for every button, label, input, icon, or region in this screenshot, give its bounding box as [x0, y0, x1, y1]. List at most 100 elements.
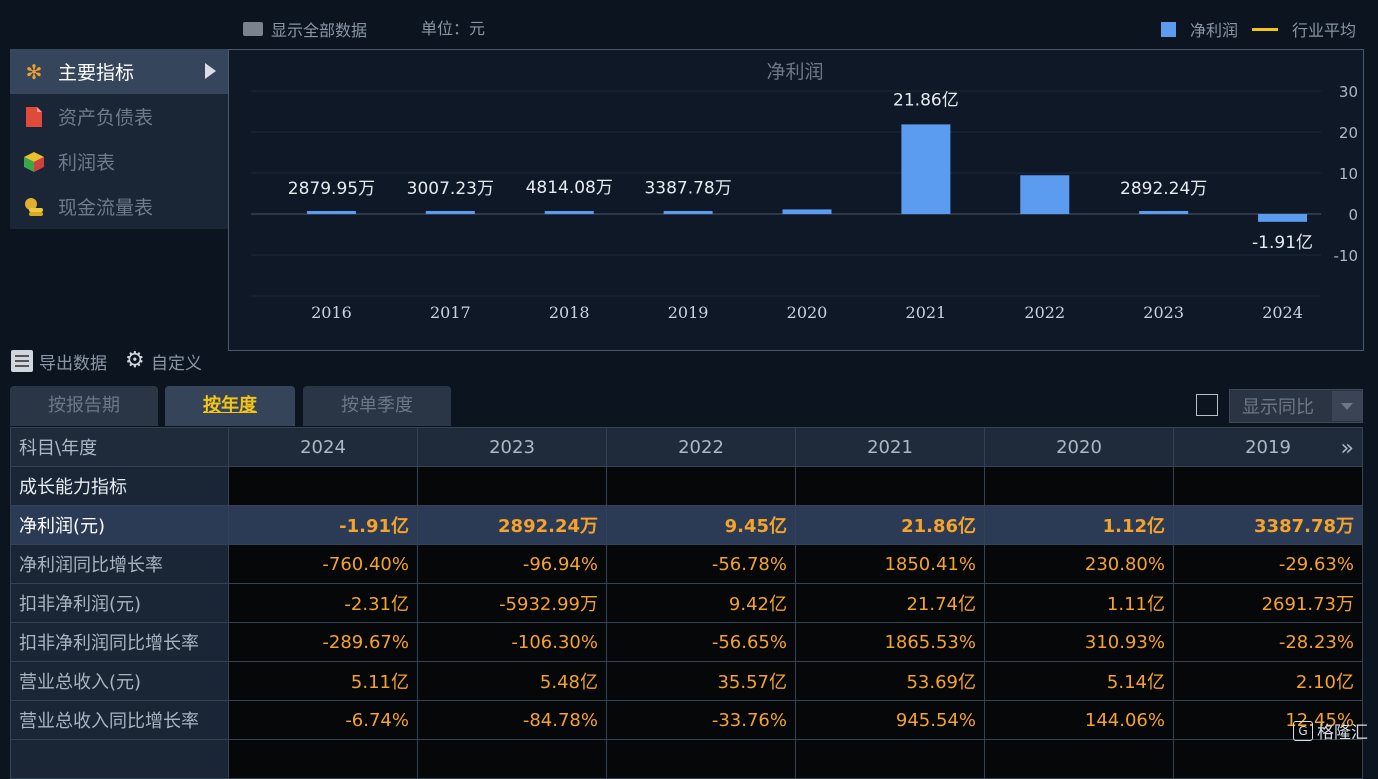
bar-2016[interactable] [306, 211, 356, 214]
column-header[interactable]: 2023 [417, 427, 607, 467]
sidebar-item-main-indicators[interactable]: ✻ 主要指标 [10, 49, 228, 94]
tab-by-report-period[interactable]: 按报告期 [10, 386, 158, 426]
y-tick-label: 20 [1339, 124, 1358, 142]
legend-series-label: 净利润 [1189, 21, 1238, 40]
bar-2021[interactable] [901, 124, 951, 214]
column-header[interactable]: 2020 [984, 427, 1174, 467]
table-corner-header: 科目\年度 [10, 427, 229, 467]
table-cell: -1.91亿 [228, 505, 418, 545]
x-tick-label: 2023 [1143, 303, 1184, 322]
series-swatch-icon [1160, 21, 1176, 37]
table-cell: 144.06% [984, 700, 1174, 740]
table-cell [1173, 739, 1363, 779]
bar-2019[interactable] [663, 211, 713, 214]
sidebar-item-balance-sheet[interactable]: 资产负债表 [10, 94, 228, 139]
unit-label: 单位：元 [421, 19, 486, 38]
table-cell: 5.48亿 [417, 661, 607, 701]
column-header-label: 2019 [1245, 436, 1291, 458]
chevron-down-icon[interactable] [1332, 391, 1362, 421]
sidebar-item-label: 主要指标 [58, 62, 135, 84]
actions-row: 导出数据 ⚙ 自定义 [11, 348, 202, 374]
table-row[interactable]: 净利润(元) -1.91亿 2892.24万 9.45亿 21.86亿 1.12亿 3387… [10, 505, 1363, 545]
x-tick-label: 2016 [311, 303, 352, 322]
bar-2018[interactable] [544, 211, 594, 214]
tab-by-quarter[interactable]: 按单季度 [303, 386, 451, 426]
data-label: 21.86亿 [893, 90, 959, 110]
export-data-button[interactable]: 导出数据 [39, 349, 107, 374]
table-cell [1173, 466, 1363, 506]
double-chevron-right-icon[interactable]: » [1341, 436, 1354, 461]
column-header[interactable]: 2021 [795, 427, 985, 467]
table-cell [228, 739, 418, 779]
row-label [10, 739, 229, 779]
table-row[interactable]: 净利润同比增长率 -760.40% -96.94% -56.78% 1850.41% 23… [10, 544, 1363, 584]
gear-icon[interactable]: ⚙ [125, 350, 147, 372]
sidebar-item-label: 资产负债表 [58, 107, 154, 129]
table-row[interactable]: 扣非净利润同比增长率 -289.67% -106.30% -56.65% 1865.53… [10, 622, 1363, 662]
table-row[interactable]: 扣非净利润(元) -2.31亿 -5932.99万 9.42亿 21.74亿 1.11亿 2… [10, 583, 1363, 623]
customize-button[interactable]: 自定义 [151, 349, 202, 374]
sidebar-item-cash-flow[interactable]: 现金流量表 [10, 184, 228, 229]
table-row[interactable]: 营业总收入(元) 5.11亿 5.48亿 35.57亿 53.69亿 5.14亿 2.10亿 [10, 661, 1363, 701]
tab-by-year[interactable]: 按年度 [165, 386, 295, 426]
table-cell: 9.42亿 [606, 583, 796, 623]
document-icon [22, 105, 46, 129]
bar-2024[interactable] [1258, 214, 1308, 222]
table-section-row[interactable]: 成长能力指标 [10, 466, 1363, 506]
table-cell: -2.31亿 [228, 583, 418, 623]
bar-2023[interactable] [1139, 211, 1189, 214]
yoy-select[interactable]: 显示同比 [1229, 389, 1363, 423]
table-cell: 35.57亿 [606, 661, 796, 701]
table-cell [228, 466, 418, 506]
export-icon[interactable] [11, 350, 33, 372]
table-header-row: 科目\年度 2024 2023 2022 2021 2020 2019 » [10, 427, 1363, 467]
table-cell: -84.78% [417, 700, 607, 740]
data-label: 2892.24万 [1120, 179, 1207, 199]
bar-2022[interactable] [1020, 175, 1070, 214]
table-cell [606, 466, 796, 506]
legend-average-label: 行业平均 [1291, 21, 1356, 40]
bar-2017[interactable] [425, 211, 475, 214]
show-all-data-toggle[interactable]: 显示全部数据 [243, 17, 367, 41]
table-cell: 21.74亿 [795, 583, 985, 623]
table-row[interactable]: 营业总收入同比增长率 -6.74% -84.78% -33.76% 945.54% 144… [10, 700, 1363, 740]
column-header[interactable]: 2024 [228, 427, 418, 467]
row-label: 营业总收入同比增长率 [10, 700, 229, 740]
y-tick-label: 30 [1339, 83, 1358, 101]
column-header[interactable]: 2022 [606, 427, 796, 467]
watermark-logo-icon: G [1293, 720, 1313, 741]
x-tick-label: 2021 [906, 303, 947, 322]
chart-canvas: 净利润 30 20 10 0 -10 2016 2879.95万 2017 3007.23万 2… [251, 61, 1358, 322]
table-cell [795, 466, 985, 506]
row-label: 扣非净利润同比增长率 [10, 622, 229, 662]
watermark-text: 格隆汇 [1317, 723, 1368, 743]
table-cell [984, 739, 1174, 779]
table-cell: 945.54% [795, 700, 985, 740]
table-cell: -760.40% [228, 544, 418, 584]
sidebar-item-income-statement[interactable]: 利润表 [10, 139, 228, 184]
column-header-last[interactable]: 2019 » [1173, 427, 1363, 467]
table-cell: 1865.53% [795, 622, 985, 662]
data-label: 3387.78万 [644, 179, 731, 199]
table-cell: 2691.73万 [1173, 583, 1363, 623]
table-cell: 5.14亿 [984, 661, 1174, 701]
table-cell: 1.12亿 [984, 505, 1174, 545]
table-row[interactable] [10, 739, 1363, 779]
table-cell: -5932.99万 [417, 583, 607, 623]
table-cell: 2892.24万 [417, 505, 607, 545]
chevron-right-icon [205, 63, 216, 79]
row-label: 净利润同比增长率 [10, 544, 229, 584]
watermark: G 格隆汇 [1293, 718, 1368, 743]
monitor-icon [243, 22, 263, 36]
yoy-checkbox[interactable] [1196, 394, 1218, 416]
table-cell: -56.65% [606, 622, 796, 662]
bar-2020[interactable] [782, 209, 832, 214]
sidebar-item-label: 利润表 [58, 152, 116, 174]
table-cell: 2.10亿 [1173, 661, 1363, 701]
table-cell: 230.80% [984, 544, 1174, 584]
table-cell [606, 739, 796, 779]
row-label: 成长能力指标 [10, 466, 229, 506]
row-label: 营业总收入(元) [10, 661, 229, 701]
data-label: 2879.95万 [288, 179, 375, 199]
table-cell: -28.23% [1173, 622, 1363, 662]
